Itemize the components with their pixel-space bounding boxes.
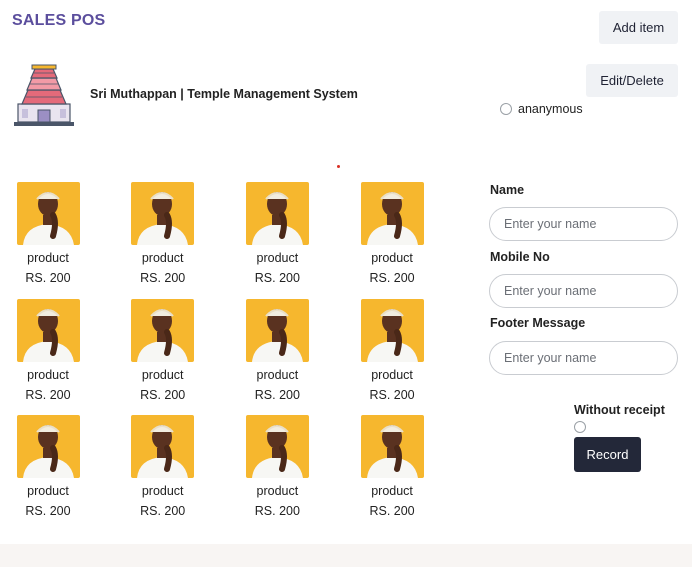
product-image [131, 182, 195, 245]
product-price: RS. 200 [140, 387, 186, 402]
product-name: product [371, 251, 413, 265]
product-card[interactable]: product RS. 200 [245, 415, 309, 532]
product-image [131, 298, 195, 362]
indicator-dot [337, 165, 340, 168]
product-name: product [27, 484, 69, 498]
product-price: RS. 200 [140, 504, 186, 518]
product-name: product [371, 484, 413, 498]
page-footer [0, 544, 692, 567]
product-name: product [141, 484, 184, 498]
product-image [360, 298, 424, 362]
product-name: product [27, 367, 69, 382]
product-price: RS. 200 [369, 271, 415, 285]
product-price: RS. 200 [25, 387, 71, 402]
mobile-label: Mobile No [490, 250, 550, 264]
without-receipt-checkbox[interactable] [574, 421, 586, 433]
product-card[interactable]: product RS. 200 [131, 182, 195, 299]
product-card[interactable]: product RS. 200 [16, 298, 80, 416]
product-price: RS. 200 [25, 271, 71, 285]
product-price: RS. 200 [369, 387, 415, 402]
product-image [360, 182, 424, 245]
product-price: RS. 200 [369, 504, 415, 518]
product-name: product [141, 251, 184, 265]
record-button[interactable]: Record [574, 437, 641, 472]
name-input[interactable] [489, 207, 678, 241]
product-name: product [371, 367, 413, 382]
anonymous-option[interactable]: ananymous [500, 102, 583, 116]
product-card[interactable]: product RS. 200 [131, 298, 195, 416]
product-image [245, 298, 309, 362]
product-image [16, 182, 80, 245]
footer-message-label: Footer Message [490, 316, 586, 330]
product-image [245, 415, 309, 478]
product-image [16, 415, 80, 478]
product-card[interactable]: product RS. 200 [360, 415, 424, 532]
product-name: product [27, 251, 69, 265]
product-card[interactable]: product RS. 200 [245, 182, 309, 299]
product-price: RS. 200 [254, 387, 300, 402]
product-price: RS. 200 [140, 271, 186, 285]
product-card[interactable]: product RS. 200 [245, 298, 309, 416]
product-name: product [256, 484, 299, 498]
product-image [16, 298, 80, 362]
product-image [131, 415, 195, 478]
product-card[interactable]: product RS. 200 [131, 415, 195, 532]
temple-gopuram-icon [14, 64, 74, 126]
product-image [360, 415, 424, 478]
page-title: SALES POS [12, 12, 106, 29]
product-price: RS. 200 [25, 504, 71, 518]
product-name: product [256, 251, 299, 265]
product-grid: product RS. 200 product RS. 200 product … [16, 182, 475, 532]
without-receipt-label: Without receipt [574, 403, 665, 417]
name-label: Name [490, 183, 525, 197]
organization-name: Sri Muthappan | Temple Management System [90, 87, 358, 101]
product-price: RS. 200 [254, 504, 300, 518]
anonymous-radio[interactable] [500, 103, 512, 115]
add-item-button[interactable]: Add item [599, 11, 678, 44]
product-name: product [256, 367, 299, 382]
product-card[interactable]: product RS. 200 [16, 182, 80, 299]
anonymous-label: ananymous [518, 102, 583, 116]
product-card[interactable]: product RS. 200 [360, 182, 424, 299]
product-image [245, 182, 309, 245]
edit-delete-button[interactable]: Edit/Delete [586, 64, 678, 97]
product-price: RS. 200 [254, 271, 300, 285]
product-card[interactable]: product RS. 200 [360, 298, 424, 416]
product-card[interactable]: product RS. 200 [16, 415, 80, 532]
footer-message-input[interactable] [489, 341, 678, 375]
mobile-input[interactable] [489, 274, 678, 308]
product-name: product [141, 367, 184, 382]
